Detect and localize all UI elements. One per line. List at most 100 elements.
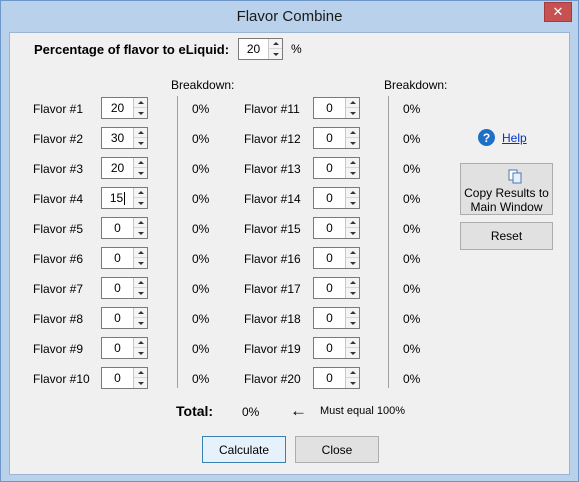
flavor-5-breakdown: 0%: [192, 222, 210, 236]
help-link[interactable]: Help: [502, 131, 527, 145]
spin-up-icon[interactable]: [134, 158, 147, 168]
spin-down-icon[interactable]: [346, 258, 359, 268]
window-close-button[interactable]: ✕: [544, 2, 572, 22]
spin-down-icon[interactable]: [134, 348, 147, 358]
flavor-label: Flavor #20: [244, 372, 301, 386]
spin-down-icon[interactable]: [134, 198, 147, 208]
flavor-label: Flavor #16: [244, 252, 301, 266]
spin-up-icon[interactable]: [346, 308, 359, 318]
calculate-button[interactable]: Calculate: [202, 436, 286, 463]
flavor-label: Flavor #2: [33, 132, 84, 146]
flavor-7-spinner[interactable]: 0: [101, 277, 148, 299]
flavor-label: Flavor #12: [244, 132, 301, 146]
spin-down-icon[interactable]: [346, 108, 359, 118]
flavor-label: Flavor #4: [33, 192, 84, 206]
flavor-11-breakdown: 0%: [403, 102, 421, 116]
flavor-18-breakdown: 0%: [403, 312, 421, 326]
percentage-value[interactable]: 20: [239, 39, 268, 59]
flavor-10-breakdown: 0%: [192, 372, 210, 386]
spin-down-icon[interactable]: [346, 228, 359, 238]
flavor-14-spinner[interactable]: 0: [313, 187, 360, 209]
flavor-13-spinner[interactable]: 0: [313, 157, 360, 179]
flavor-1-breakdown: 0%: [192, 102, 210, 116]
flavor-4-spinner[interactable]: 15: [101, 187, 148, 209]
spin-up-icon[interactable]: [134, 98, 147, 108]
flavor-5-spinner[interactable]: 0: [101, 217, 148, 239]
copy-results-button[interactable]: Copy Results to Main Window: [460, 163, 553, 215]
spin-up-icon[interactable]: [134, 188, 147, 198]
flavor-2-spinner[interactable]: 30: [101, 127, 148, 149]
flavor-label: Flavor #15: [244, 222, 301, 236]
spin-down-icon[interactable]: [269, 49, 282, 59]
percentage-spinner[interactable]: 20: [238, 38, 283, 60]
flavor-19-spinner[interactable]: 0: [313, 337, 360, 359]
spin-up-icon[interactable]: [134, 338, 147, 348]
flavor-10-spinner[interactable]: 0: [101, 367, 148, 389]
dialog-body: Percentage of flavor to eLiquid: 20 % Br…: [9, 32, 570, 475]
reset-button[interactable]: Reset: [460, 222, 553, 250]
flavor-17-spinner[interactable]: 0: [313, 277, 360, 299]
spin-up-icon[interactable]: [346, 368, 359, 378]
flavor-15-spinner[interactable]: 0: [313, 217, 360, 239]
spin-down-icon[interactable]: [134, 108, 147, 118]
help-icon[interactable]: ?: [478, 129, 495, 146]
spin-down-icon[interactable]: [346, 378, 359, 388]
flavor-20-spinner[interactable]: 0: [313, 367, 360, 389]
spin-down-icon[interactable]: [346, 348, 359, 358]
flavor-9-spinner[interactable]: 0: [101, 337, 148, 359]
flavor-1-spinner[interactable]: 20: [101, 97, 148, 119]
flavor-label: Flavor #19: [244, 342, 301, 356]
flavor-6-spinner[interactable]: 0: [101, 247, 148, 269]
spin-up-icon[interactable]: [134, 218, 147, 228]
spin-up-icon[interactable]: [346, 98, 359, 108]
total-label: Total:: [176, 403, 214, 419]
spin-down-icon[interactable]: [134, 288, 147, 298]
copy-results-label-line2: Main Window: [470, 200, 543, 214]
flavor-11-spinner[interactable]: 0: [313, 97, 360, 119]
separator-right: [388, 96, 389, 388]
flavor-12-breakdown: 0%: [403, 132, 421, 146]
flavor-label: Flavor #8: [33, 312, 84, 326]
spin-down-icon[interactable]: [134, 318, 147, 328]
window-title: Flavor Combine: [236, 8, 343, 25]
spin-up-icon[interactable]: [346, 278, 359, 288]
spin-down-icon[interactable]: [346, 168, 359, 178]
spin-down-icon[interactable]: [346, 318, 359, 328]
spin-up-icon[interactable]: [134, 278, 147, 288]
spin-up-icon[interactable]: [346, 158, 359, 168]
spin-up-icon[interactable]: [346, 338, 359, 348]
spin-up-icon[interactable]: [134, 308, 147, 318]
percentage-unit: %: [291, 42, 302, 56]
spin-up-icon[interactable]: [134, 248, 147, 258]
close-button[interactable]: Close: [295, 436, 379, 463]
spin-up-icon[interactable]: [134, 128, 147, 138]
spin-up-icon[interactable]: [346, 188, 359, 198]
spin-down-icon[interactable]: [134, 228, 147, 238]
flavor-14-breakdown: 0%: [403, 192, 421, 206]
spin-up-icon[interactable]: [346, 218, 359, 228]
spin-down-icon[interactable]: [134, 168, 147, 178]
flavor-3-spinner[interactable]: 20: [101, 157, 148, 179]
spin-down-icon[interactable]: [346, 288, 359, 298]
spin-up-icon[interactable]: [134, 368, 147, 378]
flavor-12-spinner[interactable]: 0: [313, 127, 360, 149]
text-caret: [124, 192, 126, 206]
spin-up-icon[interactable]: [346, 248, 359, 258]
spin-down-icon[interactable]: [134, 138, 147, 148]
flavor-combine-window: Flavor Combine ✕ Percentage of flavor to…: [0, 0, 579, 482]
flavor-16-spinner[interactable]: 0: [313, 247, 360, 269]
breakdown-header-right: Breakdown:: [384, 78, 448, 92]
flavor-8-spinner[interactable]: 0: [101, 307, 148, 329]
flavor-label: Flavor #1: [33, 102, 84, 116]
spin-down-icon[interactable]: [134, 378, 147, 388]
total-value: 0%: [242, 405, 260, 419]
spin-up-icon[interactable]: [346, 128, 359, 138]
spin-down-icon[interactable]: [134, 258, 147, 268]
spin-down-icon[interactable]: [346, 138, 359, 148]
spin-down-icon[interactable]: [346, 198, 359, 208]
must-equal-note: Must equal 100%: [320, 405, 405, 417]
spin-up-icon[interactable]: [269, 39, 282, 49]
flavor-3-breakdown: 0%: [192, 162, 210, 176]
flavor-18-spinner[interactable]: 0: [313, 307, 360, 329]
flavor-19-breakdown: 0%: [403, 342, 421, 356]
